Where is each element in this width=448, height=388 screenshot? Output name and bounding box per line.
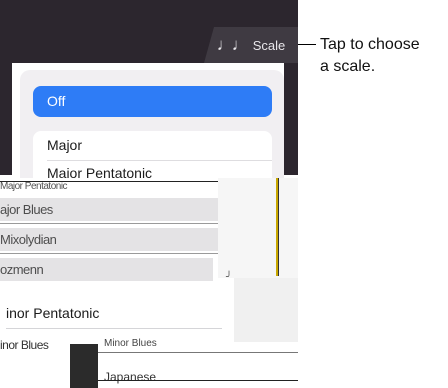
glitch-block — [218, 178, 298, 278]
list-divider — [6, 328, 222, 329]
list-item[interactable]: ozmenn — [0, 258, 213, 281]
list-item-label: ozmenn — [0, 262, 44, 277]
callout-text-line1: Tap to choose — [320, 36, 420, 53]
scale-option-minor-pentatonic[interactable]: inor Pentatonic — [0, 300, 220, 326]
scale-option-japanese[interactable]: Japanese — [98, 370, 298, 386]
glitch-line — [278, 178, 279, 276]
scale-option-off[interactable]: Off — [33, 86, 272, 117]
list-item-label: ajor Blues — [0, 202, 53, 217]
music-note-icon: ♩♩ — [216, 35, 249, 54]
list-divider — [0, 223, 218, 224]
glitch-block — [234, 278, 298, 342]
list-divider — [98, 380, 298, 381]
list-item-label: Mixolydian — [0, 232, 57, 247]
scale-button-label: Scale — [252, 37, 286, 53]
list-item[interactable]: ajor Blues — [0, 198, 218, 221]
scale-button[interactable]: ♩♩ Scale — [204, 27, 298, 63]
callout-line — [298, 44, 316, 45]
glitch-mark: ╯ — [226, 272, 233, 283]
list-divider — [98, 352, 298, 353]
list-item[interactable]: Mixolydian — [0, 228, 218, 251]
scale-option-major[interactable]: Major — [33, 137, 272, 157]
list-item[interactable]: Major Pentatonic — [0, 181, 218, 195]
glitch-block — [70, 344, 98, 388]
list-divider — [0, 181, 218, 182]
callout-text: Tap to choose a scale. — [320, 34, 448, 78]
list-item-label: Major Pentatonic — [0, 181, 68, 192]
list-item[interactable]: Minor Blues — [98, 338, 298, 352]
app-background-right — [284, 63, 298, 175]
app-background-left — [0, 63, 12, 175]
list-divider — [0, 253, 218, 254]
list-divider — [47, 160, 272, 161]
callout-text-line2: a scale. — [320, 58, 376, 75]
